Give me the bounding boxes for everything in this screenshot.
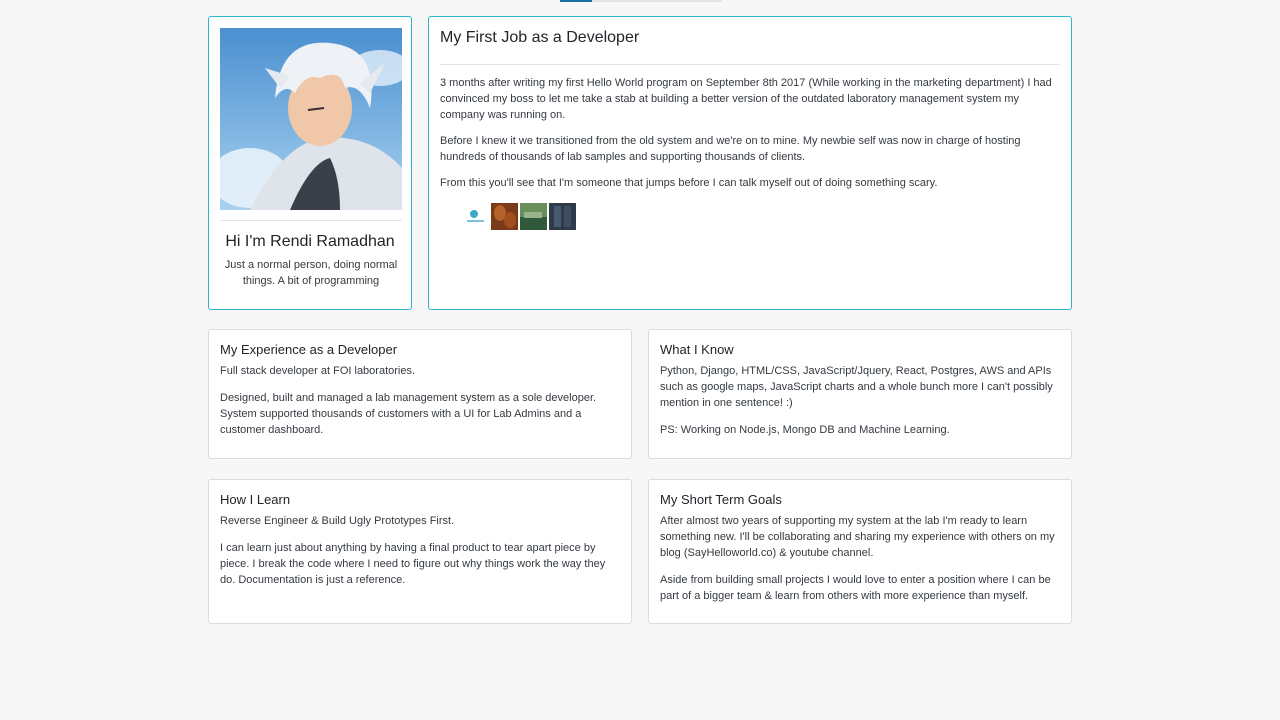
skills-card: What I Know Python, Django, HTML/CSS, Ja… bbox=[648, 329, 1072, 459]
profile-divider bbox=[220, 220, 402, 221]
first-job-card: My First Job as a Developer 3 months aft… bbox=[428, 16, 1072, 310]
learning-card: How I Learn Reverse Engineer & Build Ugl… bbox=[208, 479, 632, 624]
first-job-paragraph: 3 months after writing my first Hello Wo… bbox=[440, 77, 1052, 121]
skills-body: Python, Django, HTML/CSS, JavaScript/Jqu… bbox=[660, 363, 1060, 449]
profile-name: Hi I'm Rendi Ramadhan bbox=[225, 233, 395, 250]
learning-title: How I Learn bbox=[220, 492, 291, 507]
top-tab-indicator bbox=[560, 0, 722, 2]
server-photo-thumbnail[interactable] bbox=[549, 203, 576, 230]
skills-paragraph: PS: Working on Node.js, Mongo DB and Mac… bbox=[660, 424, 950, 436]
learning-paragraph: I can learn just about anything by havin… bbox=[220, 542, 606, 586]
outdoor-photo-thumbnail[interactable] bbox=[520, 203, 547, 230]
goals-card: My Short Term Goals After almost two yea… bbox=[648, 479, 1072, 624]
first-job-divider bbox=[440, 64, 1060, 65]
experience-card: My Experience as a Developer Full stack … bbox=[208, 329, 632, 459]
goals-title: My Short Term Goals bbox=[660, 492, 782, 507]
experience-title: My Experience as a Developer bbox=[220, 342, 398, 357]
lab-logo-thumbnail[interactable] bbox=[462, 203, 489, 230]
experience-paragraph: Full stack developer at FOI laboratories… bbox=[220, 365, 416, 377]
goals-paragraph: Aside from building small projects I wou… bbox=[660, 574, 1051, 602]
first-job-paragraph: From this you'll see that I'm someone th… bbox=[440, 177, 938, 189]
first-job-title: My First Job as a Developer bbox=[440, 29, 640, 46]
profile-card: Hi I'm Rendi Ramadhan Just a normal pers… bbox=[208, 16, 412, 310]
profile-bio: Just a normal person, doing normal thing… bbox=[224, 259, 398, 287]
skills-title: What I Know bbox=[660, 342, 734, 357]
food-photo-thumbnail[interactable] bbox=[491, 203, 518, 230]
avatar bbox=[220, 28, 402, 210]
learning-paragraph: Reverse Engineer & Build Ugly Prototypes… bbox=[220, 515, 455, 527]
first-job-body: 3 months after writing my first Hello Wo… bbox=[440, 75, 1060, 201]
avatar-illustration bbox=[220, 28, 402, 210]
experience-paragraph: Designed, built and managed a lab manage… bbox=[220, 392, 597, 436]
skills-paragraph: Python, Django, HTML/CSS, JavaScript/Jqu… bbox=[660, 365, 1053, 409]
thumbnail-strip bbox=[462, 203, 576, 230]
active-tab-underline bbox=[560, 0, 592, 2]
learning-body: Reverse Engineer & Build Ugly Prototypes… bbox=[220, 513, 620, 599]
first-job-paragraph: Before I knew it we transitioned from th… bbox=[440, 135, 1021, 163]
goals-body: After almost two years of supporting my … bbox=[660, 513, 1060, 615]
goals-paragraph: After almost two years of supporting my … bbox=[660, 515, 1055, 559]
experience-body: Full stack developer at FOI laboratories… bbox=[220, 363, 620, 449]
